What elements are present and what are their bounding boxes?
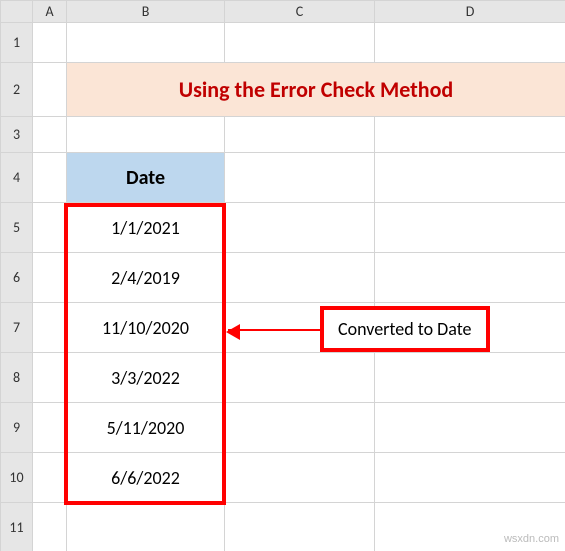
cell-A4[interactable]	[33, 153, 67, 203]
row-header-8[interactable]: 8	[1, 353, 33, 403]
cell-C1[interactable]	[225, 23, 375, 63]
cell-D9[interactable]	[375, 403, 565, 453]
date-cell-6[interactable]: 6/6/2022	[67, 453, 225, 503]
row-header-1[interactable]: 1	[1, 23, 33, 63]
cell-C9[interactable]	[225, 403, 375, 453]
col-header-C[interactable]: C	[225, 1, 375, 23]
cell-D1[interactable]	[375, 23, 565, 63]
column-headers-row: A B C D	[1, 1, 565, 23]
cell-A1[interactable]	[33, 23, 67, 63]
cell-A3[interactable]	[33, 117, 67, 153]
callout-box: Converted to Date	[320, 306, 490, 352]
cell-D10[interactable]	[375, 453, 565, 503]
row-header-11[interactable]: 11	[1, 503, 33, 551]
cell-C11[interactable]	[225, 503, 375, 551]
grid-table: A B C D 1 2 Using the Error Check Method…	[0, 0, 565, 551]
cell-A5[interactable]	[33, 203, 67, 253]
cell-D6[interactable]	[375, 253, 565, 303]
row-header-6[interactable]: 6	[1, 253, 33, 303]
col-header-A[interactable]: A	[33, 1, 67, 23]
cell-B3[interactable]	[67, 117, 225, 153]
title-cell[interactable]: Using the Error Check Method	[67, 63, 565, 117]
date-cell-3[interactable]: 11/10/2020	[67, 303, 225, 353]
cell-C10[interactable]	[225, 453, 375, 503]
row-header-2[interactable]: 2	[1, 63, 33, 117]
date-header-cell[interactable]: Date	[67, 153, 225, 203]
cell-B1[interactable]	[67, 23, 225, 63]
col-header-D[interactable]: D	[375, 1, 565, 23]
callout-text: Converted to Date	[338, 318, 472, 340]
cell-A8[interactable]	[33, 353, 67, 403]
cell-A6[interactable]	[33, 253, 67, 303]
row-header-10[interactable]: 10	[1, 453, 33, 503]
date-cell-1[interactable]: 1/1/2021	[67, 203, 225, 253]
row-header-4[interactable]: 4	[1, 153, 33, 203]
spreadsheet-view: A B C D 1 2 Using the Error Check Method…	[0, 0, 565, 551]
cell-D5[interactable]	[375, 203, 565, 253]
date-cell-4[interactable]: 3/3/2022	[67, 353, 225, 403]
row-header-5[interactable]: 5	[1, 203, 33, 253]
cell-D8[interactable]	[375, 353, 565, 403]
row-header-3[interactable]: 3	[1, 117, 33, 153]
cell-A11[interactable]	[33, 503, 67, 551]
cell-A10[interactable]	[33, 453, 67, 503]
cell-B11[interactable]	[67, 503, 225, 551]
row-header-7[interactable]: 7	[1, 303, 33, 353]
cell-A2[interactable]	[33, 63, 67, 117]
cell-C6[interactable]	[225, 253, 375, 303]
row-header-9[interactable]: 9	[1, 403, 33, 453]
date-cell-2[interactable]: 2/4/2019	[67, 253, 225, 303]
cell-A7[interactable]	[33, 303, 67, 353]
arrow-icon	[228, 329, 320, 331]
watermark-text: wsxdn.com	[504, 533, 559, 545]
date-cell-5[interactable]: 5/11/2020	[67, 403, 225, 453]
cell-D4[interactable]	[375, 153, 565, 203]
cell-C4[interactable]	[225, 153, 375, 203]
cell-D3[interactable]	[375, 117, 565, 153]
col-header-B[interactable]: B	[67, 1, 225, 23]
corner-cell[interactable]	[1, 1, 33, 23]
cell-C5[interactable]	[225, 203, 375, 253]
cell-C3[interactable]	[225, 117, 375, 153]
cell-C8[interactable]	[225, 353, 375, 403]
cell-A9[interactable]	[33, 403, 67, 453]
